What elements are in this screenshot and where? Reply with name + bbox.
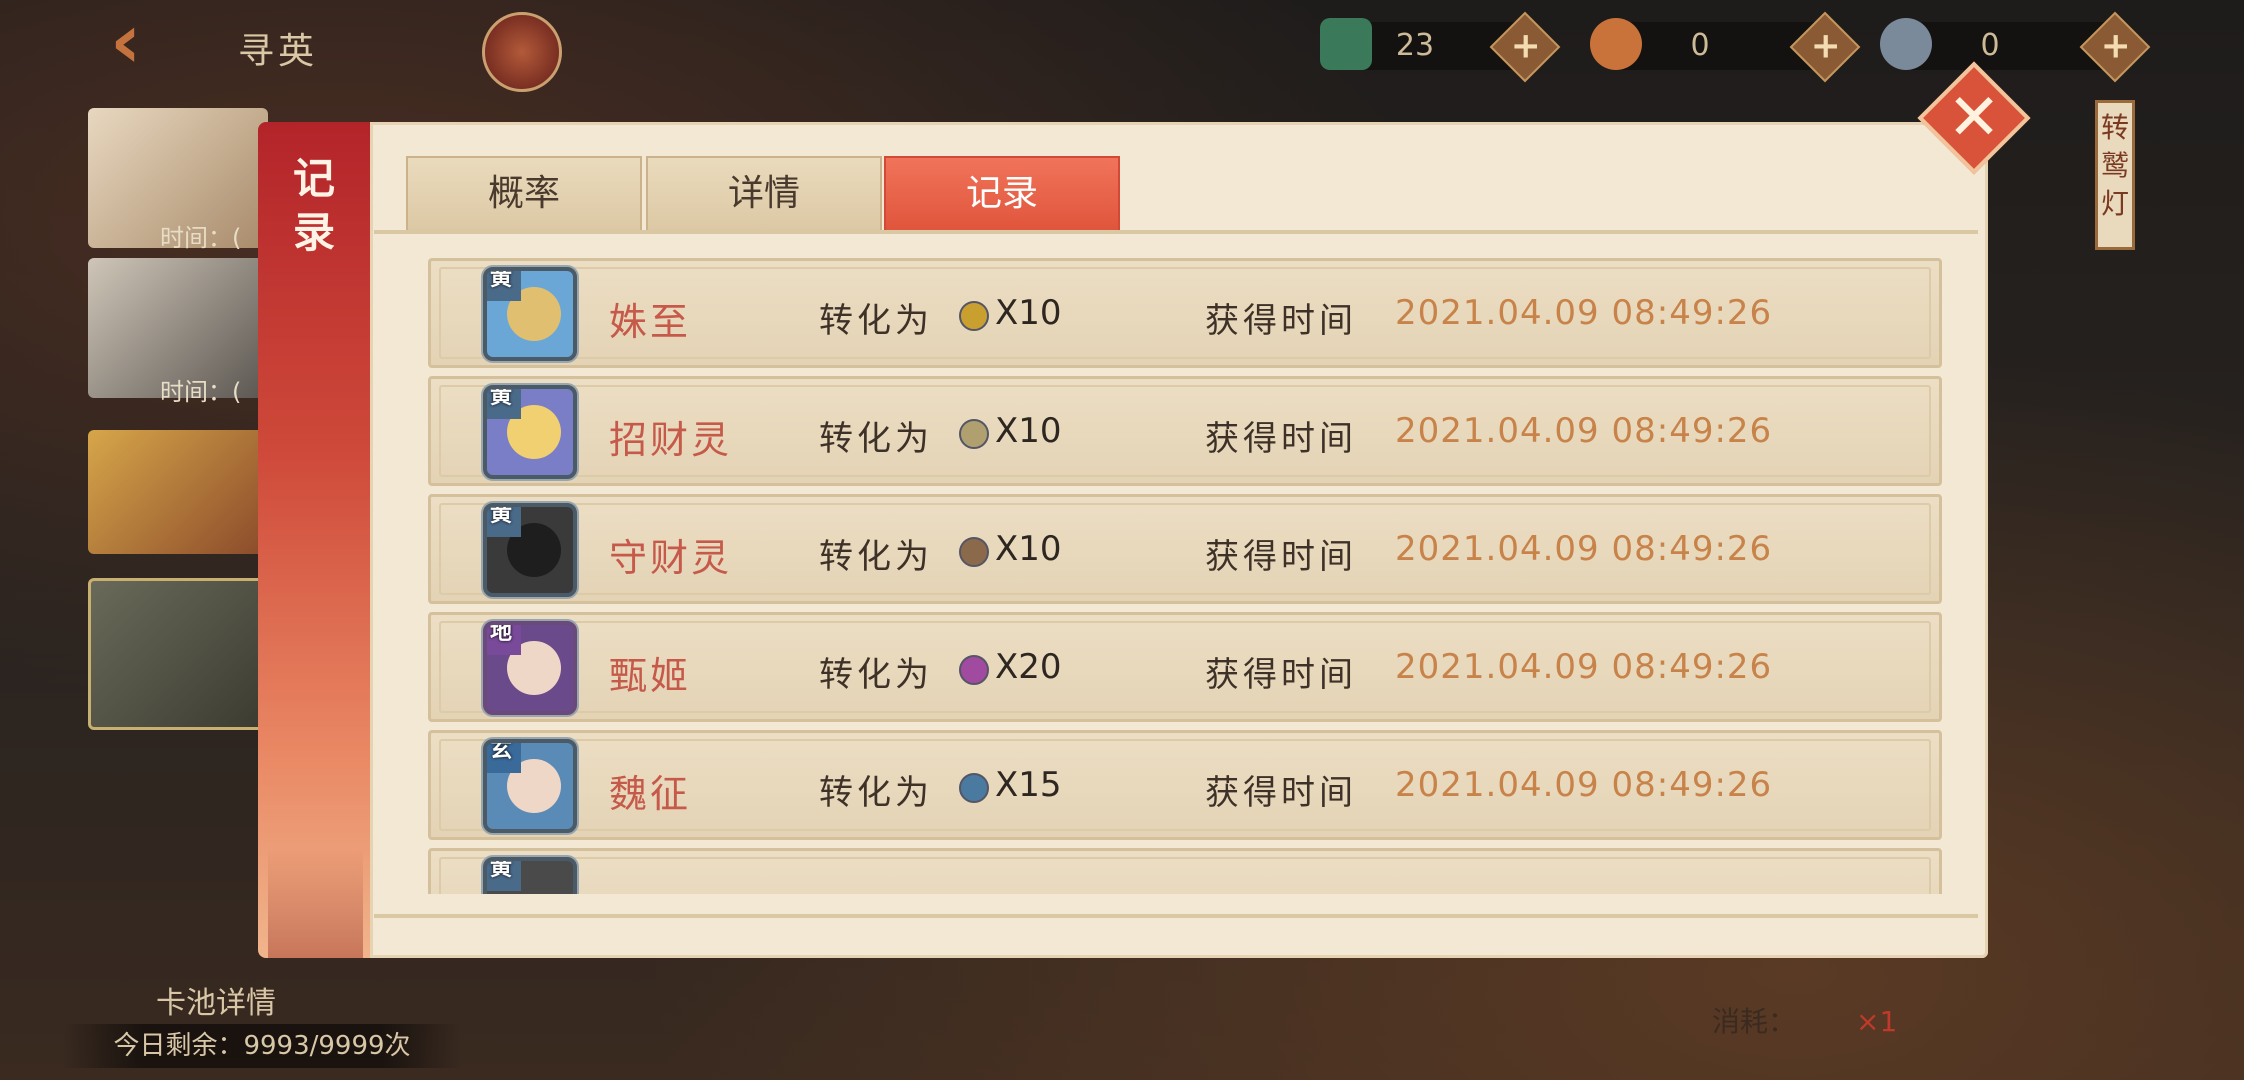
fragment-icon — [959, 773, 989, 803]
rarity-badge: 黄 — [487, 507, 521, 537]
convert-label: 转化为 — [819, 537, 933, 577]
obtain-time-value: 2021.04.09 08:49:26 — [1395, 411, 1773, 451]
fragment-icon — [959, 655, 989, 685]
resource-value: 23 — [1395, 28, 1435, 63]
fragment-icon — [959, 537, 989, 567]
consume-label: 消耗： — [1712, 1005, 1797, 1038]
rarity-badge: 玄 — [487, 743, 521, 773]
back-arrow-icon[interactable]: ‹ — [110, 3, 180, 79]
dialog-side-title: 记 录 — [292, 154, 335, 257]
close-icon: ✕ — [1947, 81, 2001, 155]
convert-label: 转化为 — [819, 419, 933, 459]
record-row: 黄 姝至 转化为 X10 获得时间 2021.04.09 08:49:26 — [428, 258, 1942, 368]
dialog-side-banner: 记 录 — [258, 122, 370, 958]
record-row: 黄 招财灵 转化为 X10 获得时间 2021.04.09 08:49:26 — [428, 376, 1942, 486]
convert-label: 转化为 — [819, 301, 933, 341]
consume-info: 消耗： ×1 — [1712, 1000, 1897, 1040]
obtain-time-value: 2021.04.09 08:49:26 — [1395, 293, 1773, 333]
fragment-icon — [959, 301, 989, 331]
fragment-icon — [959, 419, 989, 449]
rarity-badge: 黄 — [487, 271, 521, 301]
lantern-button[interactable]: 转 鹫 灯 — [2095, 100, 2135, 250]
resource-jade: 23 + — [1320, 11, 1561, 83]
rarity-badge: 黄 — [487, 861, 521, 891]
tab-divider — [374, 230, 1978, 234]
obtain-time-label: 获得时间 — [1205, 419, 1357, 459]
record-row: 地 甄姬 转化为 X20 获得时间 2021.04.09 08:49:26 — [428, 612, 1942, 722]
record-row: 玄 魏征 转化为 X15 获得时间 2021.04.09 08:49:26 — [428, 730, 1942, 840]
tab-details[interactable]: 详情 — [646, 156, 882, 230]
obtain-time-label: 获得时间 — [1205, 301, 1357, 341]
character-name: 招财灵 — [609, 418, 733, 462]
tab-records[interactable]: 记录 — [884, 156, 1120, 230]
character-name: 魏征 — [609, 772, 692, 816]
avatar[interactable]: 黄 — [483, 857, 577, 894]
pool-time-2: 时间：( — [160, 378, 242, 406]
obtain-time-label: 获得时间 — [1205, 537, 1357, 577]
convert-quantity: X20 — [995, 647, 1062, 687]
obtain-time-value: 2021.04.09 08:49:26 — [1395, 647, 1773, 687]
resource-fox: 0 + — [1590, 11, 1861, 83]
convert-quantity: X10 — [995, 529, 1062, 569]
lantern-label: 转 鹫 灯 — [2100, 111, 2129, 220]
remaining-draws: 今日剩余：9993/9999次 — [62, 1024, 462, 1068]
pool-card-4[interactable] — [88, 578, 274, 730]
resource-value: 0 — [1980, 28, 2000, 63]
card-pool-details-button[interactable]: 卡池详情 — [156, 978, 276, 1022]
convert-label: 转化为 — [819, 773, 933, 813]
convert-quantity: X10 — [995, 411, 1062, 451]
obtain-time-value: 2021.04.09 08:49:26 — [1395, 529, 1773, 569]
convert-quantity: X10 — [995, 293, 1062, 333]
character-name: 甄姬 — [609, 654, 692, 698]
resource-value: 0 — [1690, 28, 1710, 63]
character-name: 守财灵 — [609, 536, 733, 580]
rarity-badge: 黄 — [487, 389, 521, 419]
character-name: 姝至 — [609, 300, 692, 344]
avatar[interactable]: 玄 — [483, 739, 577, 833]
avatar[interactable]: 黄 — [483, 503, 577, 597]
record-row: 黄 守财灵 转化为 X10 获得时间 2021.04.09 08:49:26 — [428, 494, 1942, 604]
convert-quantity: X15 — [995, 765, 1062, 805]
record-list[interactable]: 黄 姝至 转化为 X10 获得时间 2021.04.09 08:49:26 黄 … — [428, 258, 1942, 894]
obtain-time-label: 获得时间 — [1205, 773, 1357, 813]
tab-probability[interactable]: 概率 — [406, 156, 642, 230]
obtain-time-label: 获得时间 — [1205, 655, 1357, 695]
consume-count: ×1 — [1856, 1005, 1898, 1038]
emblem-icon[interactable] — [482, 12, 562, 92]
avatar[interactable]: 黄 — [483, 385, 577, 479]
record-row: 黄 — [428, 848, 1942, 894]
pool-card-3[interactable] — [88, 430, 268, 554]
obtain-time-value: 2021.04.09 08:49:26 — [1395, 765, 1773, 805]
pagoda-decoration — [268, 848, 363, 958]
convert-label: 转化为 — [819, 655, 933, 695]
pool-time-1: 时间：( — [160, 224, 242, 252]
resource-cat: 0 + — [1880, 11, 2151, 83]
rarity-badge: 地 — [487, 625, 521, 655]
avatar[interactable]: 黄 — [483, 267, 577, 361]
page-title: 寻英 — [238, 31, 319, 72]
list-bottom-divider — [374, 914, 1978, 918]
avatar[interactable]: 地 — [483, 621, 577, 715]
